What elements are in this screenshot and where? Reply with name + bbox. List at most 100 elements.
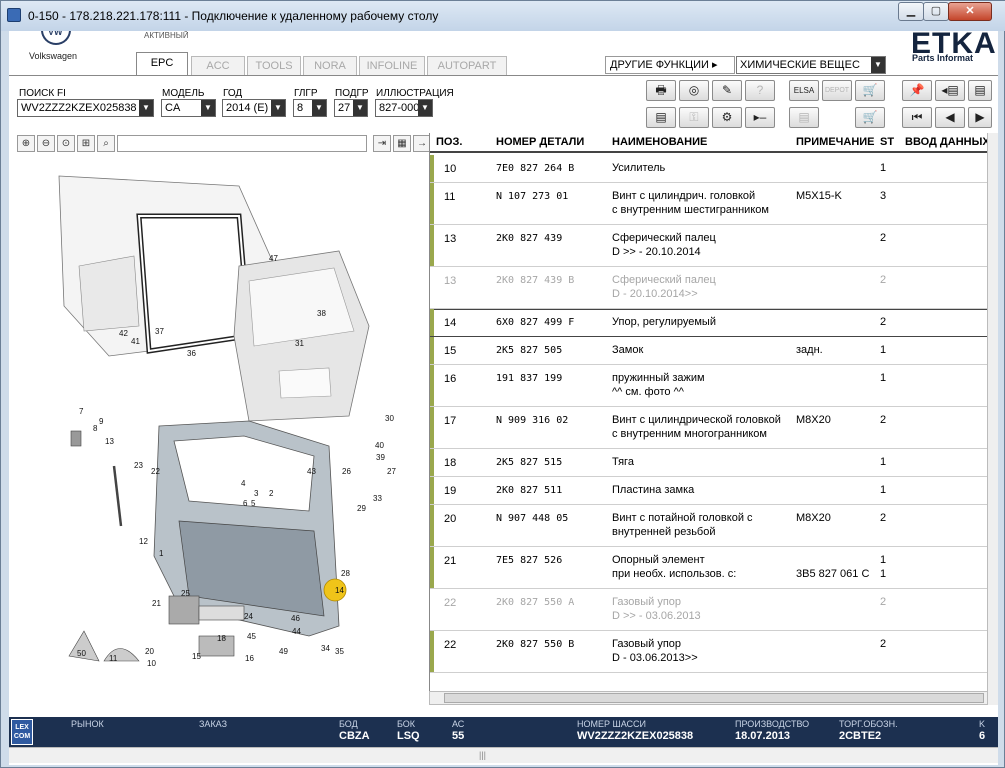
close-button[interactable]: ✕ — [948, 2, 992, 21]
callout-39[interactable]: 39 — [376, 453, 385, 462]
parts-illustration[interactable]: 47384241373631781323223040392743 26332942… — [39, 156, 409, 676]
table-row[interactable]: 14 6X0 827 499 F Упор, регулируемый 2 — [430, 309, 990, 337]
tab-infoline[interactable]: INFOLINE — [359, 56, 425, 76]
callout-30[interactable]: 30 — [385, 414, 394, 423]
tab-acc[interactable]: ACC — [191, 56, 245, 76]
zoom-region-icon[interactable]: ⊞ — [77, 135, 95, 152]
scroll-thumb[interactable] — [444, 693, 984, 703]
prev-icon[interactable]: ◀ — [935, 107, 965, 128]
callout-49[interactable]: 49 — [279, 647, 288, 656]
callout-5[interactable]: 5 — [251, 499, 256, 508]
chevron-down-icon[interactable]: ▼ — [271, 100, 285, 116]
callout-38[interactable]: 38 — [317, 309, 326, 318]
split-view-icon[interactable]: ⇥ — [373, 135, 391, 152]
cart-add-icon[interactable]: 🛒 — [855, 80, 885, 101]
table-row[interactable]: 18 2K5 827 515 Тяга 1 — [430, 449, 990, 477]
callout-1[interactable]: 1 — [159, 549, 164, 558]
table-row[interactable]: 11 N 107 273 01 Винт с цилиндрич. головкой… — [430, 183, 990, 225]
header-st[interactable]: ST — [880, 136, 894, 148]
table-row[interactable]: 22 2K0 827 550 A Газовый упор D >> - 03.06.… — [430, 589, 990, 631]
callout-11[interactable]: 11 — [109, 654, 118, 663]
callout-46[interactable]: 46 — [291, 614, 300, 623]
model-select[interactable]: CA ▼ — [161, 99, 216, 117]
callout-43[interactable]: 43 — [307, 467, 316, 476]
chevron-down-icon[interactable]: ▼ — [418, 100, 432, 116]
chevron-down-icon[interactable]: ▼ — [353, 100, 367, 116]
callout-31[interactable]: 31 — [295, 339, 304, 348]
callout-33[interactable]: 33 — [373, 494, 382, 503]
chevron-down-icon[interactable]: ▼ — [201, 100, 215, 116]
header-name[interactable]: НАИМЕНОВАНИЕ — [612, 136, 707, 148]
tab-autopart[interactable]: AUTOPART — [427, 56, 507, 76]
search-fi-input[interactable]: WV2ZZZ2KZEX025838 ▼ — [17, 99, 154, 117]
maximize-button[interactable]: ▢ — [923, 2, 949, 21]
callout-2[interactable]: 2 — [269, 489, 274, 498]
other-functions-label[interactable]: ДРУГИЕ ФУНКЦИИ ▸ — [605, 56, 735, 74]
illustration-search-input[interactable] — [117, 135, 367, 152]
callout-27[interactable]: 27 — [387, 467, 396, 476]
callout-37[interactable]: 37 — [155, 327, 164, 336]
sub-group-select[interactable]: 27 ▼ — [334, 99, 368, 117]
callout-26[interactable]: 26 — [342, 467, 351, 476]
callout-8[interactable]: 8 — [93, 424, 98, 433]
zoom-out-icon[interactable]: ⊖ — [37, 135, 55, 152]
chevron-down-icon[interactable]: ▼ — [139, 100, 153, 116]
callout-34[interactable]: 34 — [321, 644, 330, 653]
callout-14[interactable]: 14 — [335, 586, 344, 595]
callout-16[interactable]: 16 — [245, 654, 254, 663]
year-select[interactable]: 2014 (E) ▼ — [222, 99, 286, 117]
list-icon[interactable]: ▤ — [646, 107, 676, 128]
doc-back-icon[interactable]: ◂▤ — [935, 80, 965, 101]
header-input[interactable]: ВВОД ДАННЫХ — [905, 136, 990, 148]
callout-20[interactable]: 20 — [145, 647, 154, 656]
callout-29[interactable]: 29 — [357, 504, 366, 513]
callout-24[interactable]: 24 — [244, 612, 253, 621]
callout-3[interactable]: 3 — [254, 489, 259, 498]
print-icon[interactable]: 🖶 — [646, 80, 676, 101]
next-page-icon[interactable]: ▶ — [968, 107, 992, 128]
callout-42[interactable]: 42 — [119, 329, 128, 338]
callout-50[interactable]: 50 — [77, 649, 86, 658]
elsa-icon[interactable]: ELSA — [789, 80, 819, 101]
callout-6[interactable]: 6 — [243, 499, 248, 508]
window-horizontal-scrollbar[interactable]: ||| — [9, 747, 998, 763]
header-part-number[interactable]: НОМЕР ДЕТАЛИ — [496, 136, 584, 148]
tab-tools[interactable]: TOOLS — [247, 56, 301, 76]
depot-icon[interactable]: DEPOT — [822, 80, 852, 101]
callout-15[interactable]: 15 — [192, 652, 201, 661]
chevron-down-icon[interactable]: ▼ — [312, 100, 326, 116]
callout-36[interactable]: 36 — [187, 349, 196, 358]
callout-35[interactable]: 35 — [335, 647, 344, 656]
main-group-select[interactable]: 8 ▼ — [293, 99, 327, 117]
tools-icon[interactable]: ✎ — [712, 80, 742, 101]
callout-18[interactable]: 18 — [217, 634, 226, 643]
callout-9[interactable]: 9 — [99, 417, 104, 426]
pin-icon[interactable]: 📌 — [902, 80, 932, 101]
callout-23[interactable]: 23 — [134, 461, 143, 470]
table-row[interactable]: 13 2K0 827 439 Сферический палец D >> - 20.… — [430, 225, 990, 267]
minimize-button[interactable]: ▁ — [898, 2, 924, 21]
callout-7[interactable]: 7 — [79, 407, 84, 416]
table-row[interactable]: 13 2K0 827 439 B Сферический палец D - 20.1… — [430, 267, 990, 309]
table-row[interactable]: 20 N 907 448 05 Винт с потайной головкой с… — [430, 505, 990, 547]
tab-epc[interactable]: EPC — [136, 52, 188, 76]
callout-45[interactable]: 45 — [247, 632, 256, 641]
key-icon[interactable]: ⚿ — [679, 107, 709, 128]
callout-10[interactable]: 10 — [147, 659, 156, 668]
table-row[interactable]: 21 7E5 827 526 Опорный элемент при необх. и… — [430, 547, 990, 589]
doc-forward-icon[interactable]: ▤ — [968, 80, 992, 101]
callout-4[interactable]: 4 — [241, 479, 246, 488]
callout-40[interactable]: 40 — [375, 441, 384, 450]
callout-25[interactable]: 25 — [181, 589, 190, 598]
tab-nora[interactable]: NORA — [303, 56, 357, 76]
table-row[interactable]: 15 2K5 827 505 Замок задн. 1 — [430, 337, 990, 365]
header-pos[interactable]: ПОЗ. — [436, 136, 462, 148]
callout-44[interactable]: 44 — [292, 627, 301, 636]
callout-22[interactable]: 22 — [151, 467, 160, 476]
next-icon[interactable]: ▸‒ — [745, 107, 775, 128]
help-icon[interactable]: ? — [745, 80, 775, 101]
callout-28[interactable]: 28 — [341, 569, 350, 578]
cart-icon[interactable]: 🛒 — [855, 107, 885, 128]
callout-12[interactable]: 12 — [139, 537, 148, 546]
zoom-in-icon[interactable]: ⊕ — [17, 135, 35, 152]
